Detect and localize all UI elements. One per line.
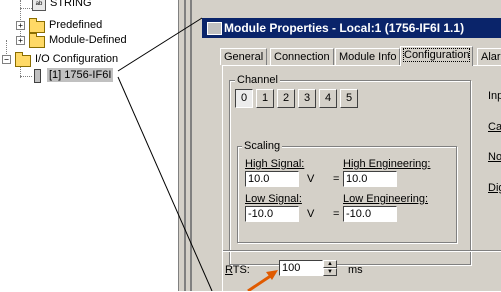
arrow-icon — [247, 273, 273, 291]
tab-label: Configuration — [402, 48, 471, 62]
callout-overlay — [117, 17, 278, 291]
callout-line-bottom — [117, 76, 213, 291]
tab-configuration[interactable]: Configuration — [400, 46, 474, 66]
callout-line-top — [117, 17, 203, 72]
